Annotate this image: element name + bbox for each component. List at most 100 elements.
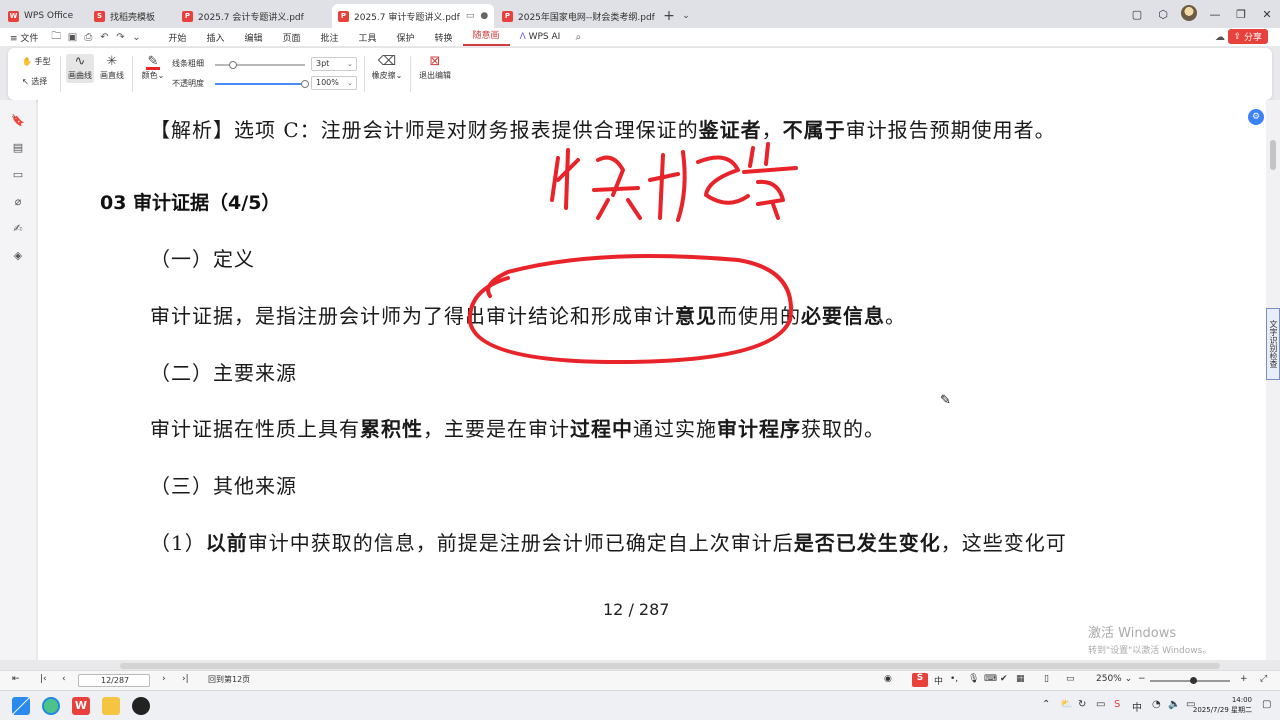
undo-icon[interactable]: ↶ [96, 32, 112, 43]
chevron-down-icon[interactable]: ⌄ [128, 32, 144, 43]
cloud-sync-icon[interactable]: ☁ [1212, 32, 1228, 43]
draw-curve-tool[interactable]: ∿ 画曲线 [66, 54, 94, 83]
new-tab-button[interactable]: + [658, 4, 680, 28]
tab-audit-pdf[interactable]: P 2025.7 审计专题讲义.pdf ▭ ● [332, 4, 494, 28]
slider-knob[interactable] [229, 61, 237, 69]
minimize-button[interactable]: — [1202, 8, 1228, 21]
mic-icon[interactable]: 🎙 [968, 674, 979, 684]
pdf-icon: P [182, 10, 193, 22]
zoom-slider[interactable] [1150, 677, 1230, 684]
tab-list-button[interactable]: ⌄ [680, 4, 692, 28]
chevron-up-icon[interactable]: ⌃ [1042, 699, 1050, 710]
menu-edit[interactable]: 编辑 [234, 31, 272, 44]
book-icon[interactable]: ▭ [1066, 674, 1075, 684]
menu-freehand[interactable]: 随意画 [462, 28, 510, 46]
tab-syllabus-pdf[interactable]: P 2025年国家电网--财会类考纲.pdf [496, 4, 658, 28]
system-clock[interactable]: 14:00 2025/7/29 星期二 [1193, 695, 1252, 715]
attachment-icon[interactable]: ⌀ [11, 195, 25, 209]
tab-close-dot-icon[interactable]: ● [480, 11, 488, 21]
tab-docer[interactable]: S 找稻壳模板 [88, 4, 174, 28]
vertical-scrollbar[interactable] [1266, 100, 1280, 660]
app-icon[interactable] [132, 697, 150, 715]
wifi-icon[interactable]: ◔ [1152, 699, 1161, 710]
notification-icon[interactable]: ▢ [1262, 699, 1271, 710]
back-to-page-link[interactable]: 回到第12页 [208, 674, 250, 685]
ime-punct-icon[interactable]: •, [950, 674, 958, 684]
zoom-out-button[interactable]: − [1138, 674, 1146, 684]
menu-tools[interactable]: 工具 [349, 31, 387, 44]
bookmark-icon[interactable]: 🔖 [11, 114, 25, 128]
fullscreen-icon[interactable]: ⤢ [1260, 674, 1267, 684]
edge-browser-icon[interactable] [42, 697, 60, 715]
search-icon[interactable]: ⌕ [570, 32, 586, 43]
sogou-ime-icon[interactable]: S [912, 673, 928, 687]
sogou-tray-icon[interactable]: S [1114, 699, 1120, 710]
hand-tool[interactable]: ✋ 手型 [22, 56, 51, 67]
recycle-icon[interactable]: ↻ [1078, 699, 1086, 710]
keyboard-icon[interactable]: ⌨ [984, 674, 997, 684]
open-folder-icon[interactable]: 🗀 [48, 29, 64, 46]
scroll-thumb[interactable] [1270, 140, 1276, 170]
layers-icon[interactable]: ◈ [11, 249, 25, 263]
single-page-icon[interactable]: ▯ [1044, 674, 1049, 684]
avatar[interactable] [1176, 4, 1202, 24]
last-page-button[interactable]: ›| [182, 674, 189, 684]
file-explorer-icon[interactable] [102, 697, 120, 715]
redo-icon[interactable]: ↷ [112, 32, 128, 43]
network-icon[interactable]: ⛅ [1060, 699, 1072, 710]
first-page-icon[interactable]: ⇤ [12, 674, 20, 684]
zoom-select[interactable]: 250% ⌄ [1096, 674, 1132, 684]
menu-home[interactable]: 开始 [158, 31, 196, 44]
opacity-slider[interactable] [215, 80, 309, 88]
document-viewport[interactable]: 【解析】选项 C：注册会计师是对财务报表提供合理保证的鉴证者，不属于审计报告预期… [38, 100, 1266, 660]
first-page-button[interactable]: |‹ [40, 674, 47, 684]
share-button[interactable]: ⇪ 分享 [1227, 29, 1268, 44]
window-restore-icon[interactable]: ▢ [1124, 8, 1150, 21]
thumbnail-icon[interactable]: ▤ [11, 141, 25, 155]
slider-knob[interactable] [301, 80, 309, 88]
opacity-select[interactable]: 100% ⌄ [311, 76, 357, 90]
ime-chinese-icon[interactable]: 中 [934, 674, 943, 687]
menu-wps-ai[interactable]: ᐱ WPS AI [510, 32, 571, 42]
signature-icon[interactable]: ✍ [11, 222, 25, 236]
color-picker[interactable]: ✎ 颜色⌄ [140, 54, 166, 81]
windows-taskbar: W ⌃ ⛅ ↻ ▭ S 中 ◔ 🔈 ▭ 14:00 2025/7/29 星期二 … [0, 690, 1280, 720]
menu-insert[interactable]: 插入 [196, 31, 234, 44]
print-icon[interactable]: ⎙ [80, 32, 96, 43]
ime-tray-icon[interactable]: 中 [1132, 699, 1142, 714]
horizontal-scrollbar[interactable] [120, 663, 1220, 669]
toolbox-icon[interactable]: ▦ [1016, 674, 1025, 684]
floating-assistant-icon[interactable]: ⚙ [1248, 109, 1264, 125]
menu-file[interactable]: ≡ 文件 [0, 31, 48, 44]
close-button[interactable]: ✕ [1254, 8, 1280, 21]
maximize-button[interactable]: ❐ [1228, 8, 1254, 21]
zoom-knob[interactable] [1190, 677, 1197, 684]
comment-icon[interactable]: ▭ [11, 168, 25, 182]
ocr-side-tab[interactable]: 文字识别检查 [1266, 308, 1280, 380]
skin-icon[interactable]: ✔ [1000, 674, 1008, 684]
cube-icon[interactable]: ⬡ [1150, 8, 1176, 21]
save-icon[interactable]: ▣ [64, 32, 80, 43]
select-tool[interactable]: ↖ 选择 [22, 76, 47, 87]
page-input[interactable]: 12/287 [78, 674, 150, 687]
menu-page[interactable]: 页面 [272, 31, 310, 44]
stroke-width-slider[interactable] [215, 61, 305, 69]
eraser-tool[interactable]: ⌫ 橡皮擦⌄ [370, 54, 404, 81]
menu-protect[interactable]: 保护 [387, 31, 425, 44]
screen-icon[interactable]: ▭ [1096, 699, 1105, 710]
eye-icon[interactable]: ◉ [884, 674, 892, 684]
next-page-button[interactable]: › [162, 674, 166, 684]
menu-convert[interactable]: 转换 [425, 31, 463, 44]
tab-accounting-pdf[interactable]: P 2025.7 会计专题讲义.pdf [176, 4, 330, 28]
stroke-width-select[interactable]: 3pt ⌄ [311, 57, 357, 71]
prev-page-button[interactable]: ‹ [62, 674, 66, 684]
draw-line-tool[interactable]: ✳ 画直线 [98, 54, 126, 81]
zoom-in-button[interactable]: + [1240, 674, 1248, 684]
wps-taskbar-icon[interactable]: W [72, 697, 90, 715]
tab-wps-office[interactable]: W WPS Office [2, 4, 86, 28]
monitor-icon[interactable]: ▭ [466, 11, 475, 21]
menu-comment[interactable]: 批注 [310, 31, 348, 44]
windows-start-icon[interactable] [12, 697, 30, 715]
volume-icon[interactable]: 🔈 [1168, 699, 1180, 710]
exit-edit-button[interactable]: ⊠ 退出编辑 [416, 54, 454, 81]
